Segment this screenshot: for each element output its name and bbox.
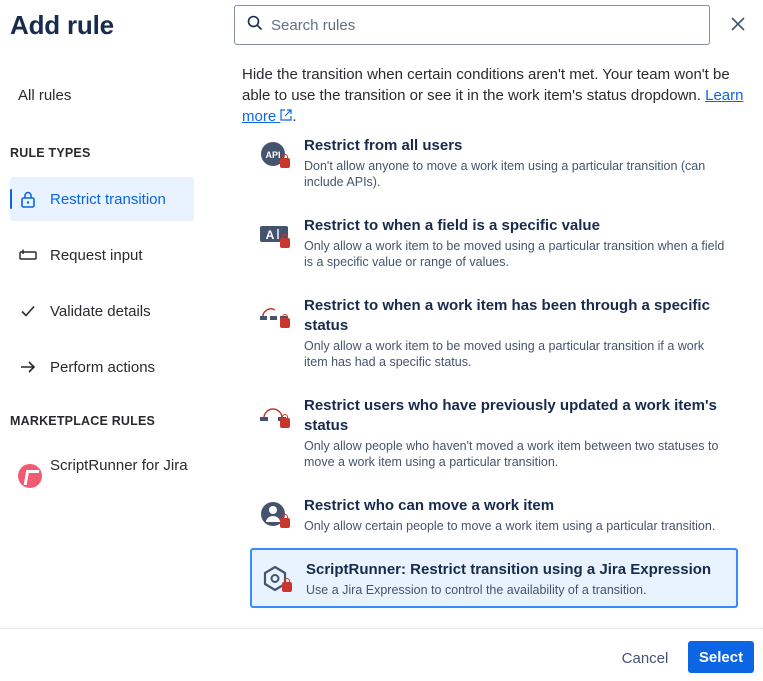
sidebar-item-label: Request input xyxy=(50,246,143,264)
sidebar: All rules RULE TYPES Restrict transition… xyxy=(0,0,205,628)
search-input[interactable] xyxy=(271,16,671,34)
close-button[interactable] xyxy=(726,14,750,38)
rule-description: Only allow a work item to be moved using… xyxy=(304,339,705,369)
rule-option-selected[interactable]: ScriptRunner: Restrict transition using … xyxy=(250,548,738,608)
cancel-button[interactable]: Cancel xyxy=(610,642,680,674)
intro-period: . xyxy=(292,108,297,125)
select-button[interactable]: Select xyxy=(688,641,754,673)
sidebar-item-request-input[interactable]: Request input xyxy=(10,233,194,277)
rule-option[interactable]: Restrict users who have previously updat… xyxy=(250,396,738,470)
scriptrunner-logo-icon xyxy=(18,464,42,488)
rule-title: ScriptRunner: Restrict transition using … xyxy=(306,561,712,578)
rule-option[interactable]: Restrict to when a work item has been th… xyxy=(250,296,738,370)
rule-title: Restrict to when a work item has been th… xyxy=(304,297,710,334)
sidebar-item-scriptrunner[interactable]: ScriptRunner for Jira xyxy=(10,456,194,488)
lock-icon xyxy=(18,189,38,209)
svg-text:API: API xyxy=(265,150,280,160)
rule-types-heading: RULE TYPES xyxy=(10,146,91,160)
svg-text:A: A xyxy=(266,228,275,242)
rule-description: Don't allow anyone to move a work item u… xyxy=(304,159,706,189)
field-lock-icon: A xyxy=(260,216,290,248)
sidebar-item-label: Validate details xyxy=(50,302,151,320)
scriptrunner-hex-lock-icon xyxy=(262,560,292,592)
sidebar-item-perform-actions[interactable]: Perform actions xyxy=(10,345,194,389)
sidebar-item-label: Restrict transition xyxy=(50,190,166,208)
sidebar-item-label: Perform actions xyxy=(50,358,156,376)
rule-description: Use a Jira Expression to control the ava… xyxy=(306,583,647,597)
rule-description: Only allow certain people to move a work… xyxy=(304,519,716,533)
user-lock-icon xyxy=(260,496,290,528)
marketplace-rules-heading: MARKETPLACE RULES xyxy=(10,414,156,428)
search-icon xyxy=(247,15,263,36)
check-icon xyxy=(18,301,38,321)
sidebar-item-validate-details[interactable]: Validate details xyxy=(10,289,194,333)
arrow-right-icon xyxy=(18,357,38,377)
status-loop-lock-icon xyxy=(260,396,290,428)
external-link-icon xyxy=(276,108,292,125)
status-path-lock-icon xyxy=(260,296,290,328)
sidebar-item-all-rules[interactable]: All rules xyxy=(18,87,71,104)
rule-title: Restrict from all users xyxy=(304,137,463,154)
intro-text: Hide the transition when certain conditi… xyxy=(242,64,747,127)
rule-title: Restrict who can move a work item xyxy=(304,497,555,514)
footer-divider xyxy=(0,628,763,629)
intro-description: Hide the transition when certain conditi… xyxy=(242,66,730,104)
rule-option[interactable]: Restrict who can move a work item Only a… xyxy=(250,496,738,534)
rule-option[interactable]: A Restrict to when a field is a specific… xyxy=(250,216,738,270)
rule-title: Restrict to when a field is a specific v… xyxy=(304,217,600,234)
sidebar-item-restrict-transition[interactable]: Restrict transition xyxy=(10,177,194,221)
sidebar-item-label: ScriptRunner for Jira xyxy=(50,457,188,474)
api-lock-icon: API xyxy=(260,136,290,168)
rule-description: Only allow people who haven't moved a wo… xyxy=(304,439,719,469)
input-icon xyxy=(18,245,38,265)
close-icon xyxy=(731,16,745,36)
rule-option[interactable]: API Restrict from all users Don't allow … xyxy=(250,136,738,190)
search-box[interactable] xyxy=(234,5,710,45)
rule-title: Restrict users who have previously updat… xyxy=(304,397,717,434)
rule-description: Only allow a work item to be moved using… xyxy=(304,239,725,269)
